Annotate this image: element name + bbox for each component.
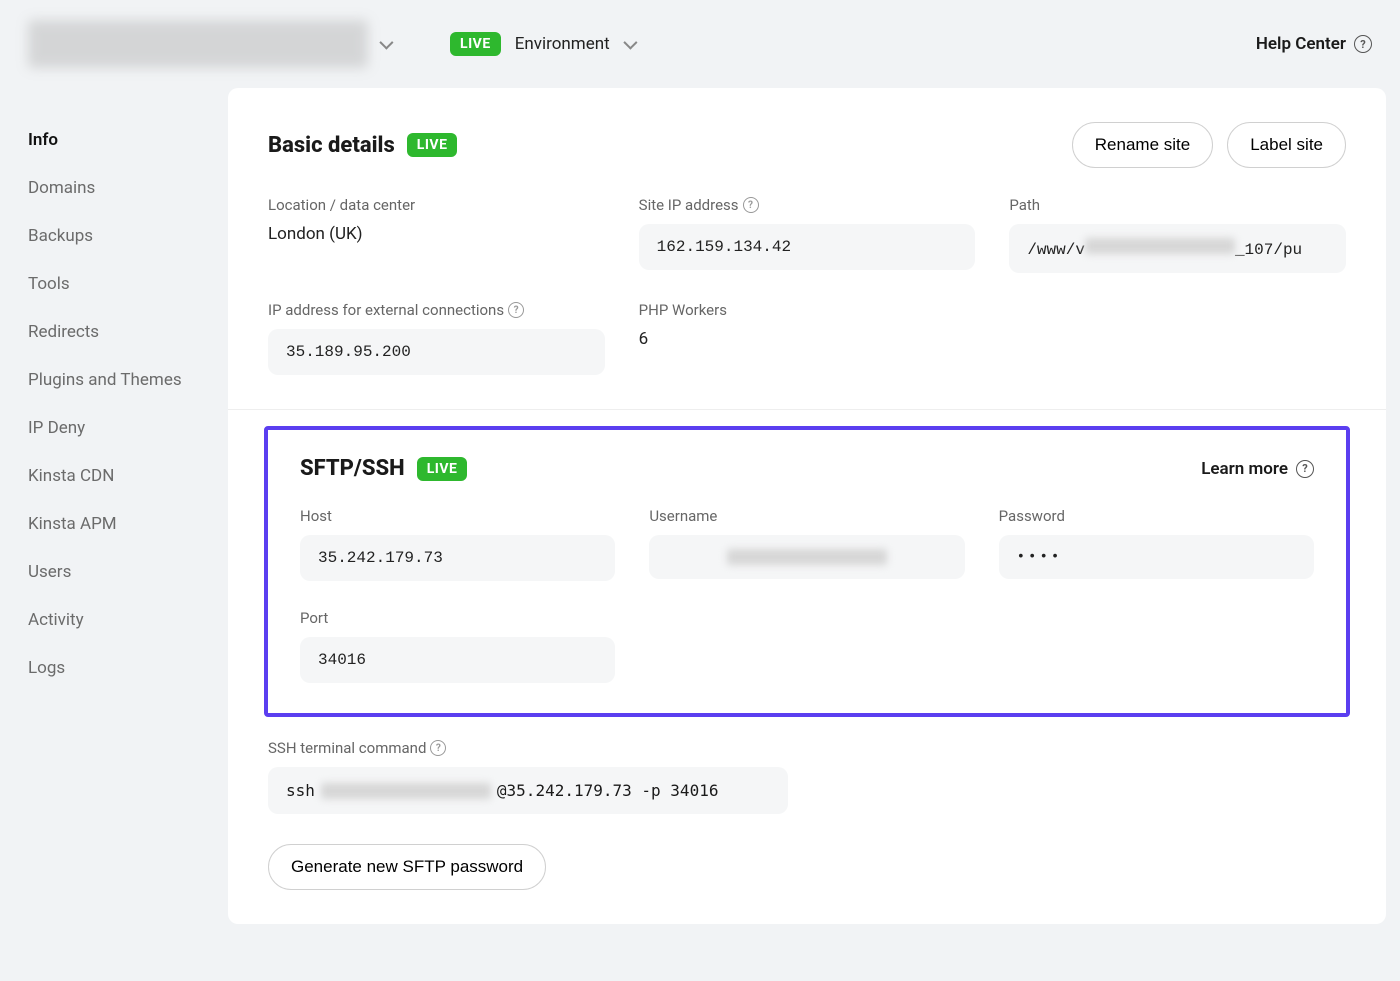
site-ip-value[interactable]: 162.159.134.42 <box>639 224 976 270</box>
password-label: Password <box>999 507 1314 525</box>
main-content: Basic details LIVE Rename site Label sit… <box>228 88 1386 924</box>
sidebar-item-activity[interactable]: Activity <box>28 596 200 644</box>
site-ip-label: Site IP address ? <box>639 196 976 214</box>
sidebar-item-ip-deny[interactable]: IP Deny <box>28 404 200 452</box>
location-field: Location / data center London (UK) <box>268 196 605 273</box>
path-label: Path <box>1009 196 1346 214</box>
username-label: Username <box>649 507 964 525</box>
help-center-label: Help Center <box>1256 34 1346 54</box>
host-value[interactable]: 35.242.179.73 <box>300 535 615 581</box>
external-ip-field: IP address for external connections ? 35… <box>268 301 605 375</box>
topbar: LIVE Environment Help Center ? <box>0 0 1400 88</box>
site-ip-field: Site IP address ? 162.159.134.42 <box>639 196 976 273</box>
basic-details-title: Basic details <box>268 133 395 158</box>
path-field: Path /www/v_107/pu <box>1009 196 1346 273</box>
port-label: Port <box>300 609 615 627</box>
live-badge: LIVE <box>417 457 468 481</box>
username-redacted <box>727 549 887 565</box>
sidebar-item-kinsta-apm[interactable]: Kinsta APM <box>28 500 200 548</box>
ssh-user-redacted <box>321 783 491 799</box>
info-icon[interactable]: ? <box>508 302 524 318</box>
path-value[interactable]: /www/v_107/pu <box>1009 224 1346 273</box>
chevron-down-icon <box>623 36 637 50</box>
sidebar-item-users[interactable]: Users <box>28 548 200 596</box>
username-value[interactable] <box>649 535 964 579</box>
help-icon: ? <box>1296 460 1314 478</box>
external-ip-label: IP address for external connections ? <box>268 301 605 319</box>
sidebar-item-tools[interactable]: Tools <box>28 260 200 308</box>
external-ip-value[interactable]: 35.189.95.200 <box>268 329 605 375</box>
host-label: Host <box>300 507 615 525</box>
php-workers-value: 6 <box>639 329 976 349</box>
ssh-command-field: SSH terminal command ? ssh @35.242.179.7… <box>268 739 1346 814</box>
sidebar-item-kinsta-cdn[interactable]: Kinsta CDN <box>28 452 200 500</box>
ssh-command-label: SSH terminal command ? <box>268 739 1346 757</box>
php-workers-label: PHP Workers <box>639 301 976 319</box>
sidebar-item-plugins-themes[interactable]: Plugins and Themes <box>28 356 200 404</box>
sidebar-item-redirects[interactable]: Redirects <box>28 308 200 356</box>
sftp-ssh-panel: SFTP/SSH LIVE Learn more ? Host 35.242.1… <box>228 409 1386 924</box>
basic-details-panel: Basic details LIVE Rename site Label sit… <box>228 88 1386 409</box>
environment-label: Environment <box>515 34 610 54</box>
password-field: Password •••• <box>999 507 1314 581</box>
sidebar-item-domains[interactable]: Domains <box>28 164 200 212</box>
sidebar-item-logs[interactable]: Logs <box>28 644 200 692</box>
generate-sftp-password-button[interactable]: Generate new SFTP password <box>268 844 546 890</box>
php-workers-field: PHP Workers 6 <box>639 301 976 375</box>
site-selector[interactable] <box>28 20 390 68</box>
sftp-title: SFTP/SSH <box>300 456 405 481</box>
rename-site-button[interactable]: Rename site <box>1072 122 1213 168</box>
info-icon[interactable]: ? <box>430 740 446 756</box>
help-icon: ? <box>1354 35 1372 53</box>
location-value: London (UK) <box>268 224 605 244</box>
environment-selector[interactable]: LIVE Environment <box>450 32 634 56</box>
label-site-button[interactable]: Label site <box>1227 122 1346 168</box>
live-badge: LIVE <box>450 32 501 56</box>
live-badge: LIVE <box>407 133 458 157</box>
sidebar-item-backups[interactable]: Backups <box>28 212 200 260</box>
host-field: Host 35.242.179.73 <box>300 507 615 581</box>
help-center-link[interactable]: Help Center ? <box>1256 34 1372 54</box>
ssh-command-value[interactable]: ssh @35.242.179.73 -p 34016 <box>268 767 788 814</box>
chevron-down-icon <box>379 36 393 50</box>
learn-more-link[interactable]: Learn more ? <box>1201 459 1314 479</box>
location-label: Location / data center <box>268 196 605 214</box>
password-value[interactable]: •••• <box>999 535 1314 579</box>
site-name-redacted <box>28 20 368 68</box>
port-field: Port 34016 <box>300 609 615 683</box>
username-field: Username <box>649 507 964 581</box>
info-icon[interactable]: ? <box>743 197 759 213</box>
path-redacted <box>1085 238 1235 254</box>
sidebar: Info Domains Backups Tools Redirects Plu… <box>0 88 228 720</box>
port-value[interactable]: 34016 <box>300 637 615 683</box>
sidebar-item-info[interactable]: Info <box>28 116 200 164</box>
sftp-highlight: SFTP/SSH LIVE Learn more ? Host 35.242.1… <box>264 426 1350 717</box>
